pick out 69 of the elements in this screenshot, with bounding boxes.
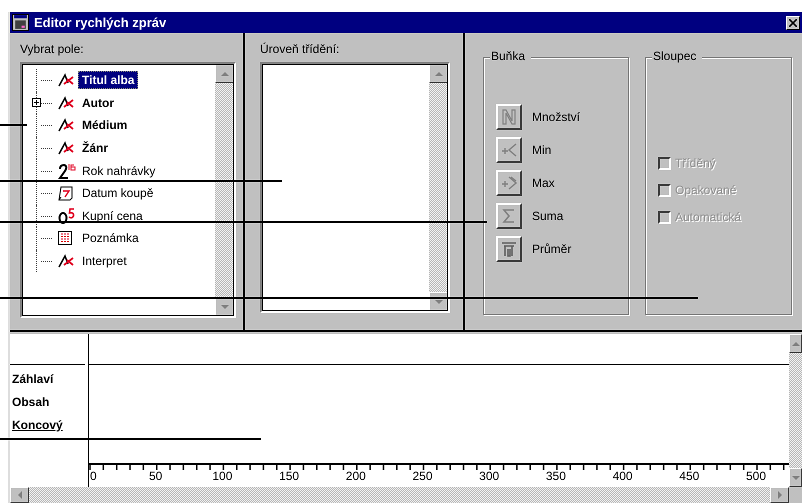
function-button[interactable] xyxy=(496,236,522,262)
ruler-number: 50 xyxy=(149,469,162,483)
section-label[interactable]: Obsah xyxy=(12,391,50,414)
field-item[interactable]: Rok nahrávky xyxy=(78,162,160,180)
field-item[interactable]: Interpret xyxy=(78,252,131,270)
section-label[interactable]: Koncový xyxy=(12,414,63,437)
field-item[interactable]: Poznámka xyxy=(78,229,143,248)
memo-icon xyxy=(58,231,72,246)
function-button[interactable] xyxy=(496,137,522,163)
field-item[interactable]: Médium xyxy=(78,116,132,134)
right-arrow-icon xyxy=(778,491,782,499)
function-label: Průměr xyxy=(532,242,572,256)
left-arrow-icon xyxy=(18,491,22,499)
field-item[interactable]: Titul alba xyxy=(78,71,138,90)
leader-line xyxy=(0,124,27,126)
up-arrow-icon xyxy=(220,72,228,76)
ruler-number: 350 xyxy=(546,469,566,483)
field-tree[interactable]: Titul alba Autor Médium Žánr Rok nahrávky Datum koupě Kupní cena Poznámka Interpret xyxy=(20,62,236,318)
section-label[interactable]: Záhlaví xyxy=(12,368,54,391)
text-field-icon xyxy=(58,96,74,110)
down-arrow-icon xyxy=(220,304,228,308)
expand-icon[interactable] xyxy=(32,98,41,108)
down-arrow-icon xyxy=(792,476,800,480)
text-field-icon xyxy=(58,73,74,88)
text-field-icon xyxy=(58,254,74,268)
group-label: Buňka xyxy=(490,49,532,63)
field-item[interactable]: Autor xyxy=(78,94,118,112)
scrollbar[interactable] xyxy=(215,64,234,316)
field-item[interactable]: Žánr xyxy=(78,139,112,158)
sort-list[interactable] xyxy=(260,62,450,313)
close-icon xyxy=(789,18,797,26)
ruler-number: 400 xyxy=(612,469,633,483)
function-button[interactable] xyxy=(496,170,522,196)
average-icon xyxy=(501,241,517,257)
currency-field-icon xyxy=(58,208,76,224)
letter-n-icon xyxy=(501,109,517,125)
panel-label: Úroveň třídění: xyxy=(260,42,340,58)
up-arrow-icon xyxy=(434,72,442,76)
min-icon xyxy=(501,142,517,158)
scrollbar[interactable] xyxy=(429,64,448,311)
panel-label: Vybrat pole: xyxy=(20,42,85,58)
function-button[interactable] xyxy=(496,104,522,130)
text-field-icon xyxy=(58,141,74,156)
ruler-number: 250 xyxy=(412,469,433,483)
field-item[interactable]: Kupní cena xyxy=(78,206,147,225)
function-label: Suma xyxy=(532,209,564,223)
function-label: Množství xyxy=(532,110,580,124)
close-button[interactable] xyxy=(786,16,800,30)
ruler-number: 450 xyxy=(679,469,700,483)
window-title: Editor rychlých zpráv xyxy=(34,15,168,30)
ruler-number: 100 xyxy=(212,469,232,483)
scrollbar[interactable] xyxy=(789,334,802,487)
field-item[interactable]: Datum koupě xyxy=(78,184,158,202)
down-arrow-icon xyxy=(434,300,442,304)
group-label: Sloupec xyxy=(652,49,702,63)
ruler-number: 200 xyxy=(346,469,366,483)
up-arrow-icon xyxy=(792,342,800,346)
sigma-icon xyxy=(501,208,517,224)
function-label: Min xyxy=(532,143,552,157)
ruler-number: 300 xyxy=(479,469,500,483)
function-label: Max xyxy=(532,176,555,190)
number-field-icon xyxy=(58,162,76,179)
ruler-number: 150 xyxy=(279,469,300,483)
function-button[interactable] xyxy=(496,203,522,229)
calendar-icon xyxy=(58,185,74,202)
ruler-number: 500 xyxy=(746,469,766,483)
text-field-icon xyxy=(58,118,74,132)
ruler-number: 0 xyxy=(90,469,97,483)
max-icon xyxy=(501,175,517,191)
